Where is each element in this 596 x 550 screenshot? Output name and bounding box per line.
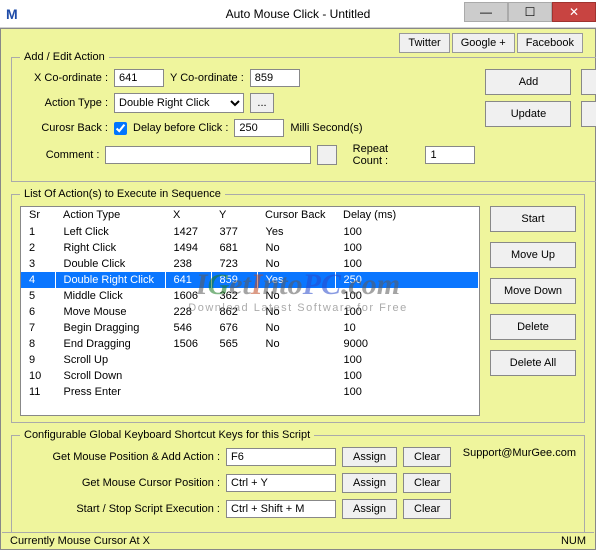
google-plus-button[interactable]: Google +	[452, 33, 515, 53]
maximize-button[interactable]: ☐	[508, 2, 552, 22]
col-delay[interactable]: Delay (ms)	[335, 207, 479, 224]
clear-button[interactable]: Clear	[403, 499, 451, 519]
action-type-more-button[interactable]: ...	[250, 93, 274, 113]
assign-button[interactable]: Assign	[342, 473, 397, 493]
table-row[interactable]: 8End Dragging1506565No9000	[21, 336, 479, 352]
shortcut-label: Get Mouse Cursor Position :	[20, 477, 220, 489]
delete-all-button[interactable]: Delete All	[490, 350, 576, 376]
facebook-button[interactable]: Facebook	[517, 33, 583, 53]
ycoord-label: Y Co-ordinate :	[170, 72, 244, 84]
add-edit-legend: Add / Edit Action	[20, 51, 109, 63]
comment-picker-button[interactable]	[317, 145, 337, 165]
titlebar: M Auto Mouse Click - Untitled — ☐ ✕	[0, 0, 596, 28]
app-icon: M	[6, 6, 22, 22]
add-button[interactable]: Add	[485, 69, 571, 95]
cursor-back-label: Curosr Back :	[20, 122, 108, 134]
shortcut-input[interactable]	[226, 500, 336, 518]
move-up-button[interactable]: Move Up	[490, 242, 576, 268]
assign-button[interactable]: Assign	[342, 499, 397, 519]
col-x[interactable]: X	[165, 207, 211, 224]
twitter-button[interactable]: Twitter	[399, 33, 449, 53]
shortcut-label: Get Mouse Position & Add Action :	[20, 451, 220, 463]
comment-input[interactable]	[105, 146, 310, 164]
minimize-button[interactable]: —	[464, 2, 508, 22]
action-type-label: Action Type :	[20, 97, 108, 109]
xcoord-label: X Co-ordinate :	[20, 72, 108, 84]
assign-button[interactable]: Assign	[342, 447, 397, 467]
shortcut-input[interactable]	[226, 474, 336, 492]
clear-button[interactable]: Clear	[403, 447, 451, 467]
action-list-legend: List Of Action(s) to Execute in Sequence	[20, 188, 225, 200]
cursor-back-checkbox[interactable]	[114, 122, 127, 135]
col-action-type[interactable]: Action Type	[55, 207, 165, 224]
shortcuts-legend: Configurable Global Keyboard Shortcut Ke…	[20, 429, 314, 441]
load-button[interactable]: Load	[581, 69, 596, 95]
col-y[interactable]: Y	[211, 207, 257, 224]
col-cursor-back[interactable]: Cursor Back	[257, 207, 335, 224]
shortcuts-fieldset: Configurable Global Keyboard Shortcut Ke…	[11, 429, 585, 534]
comment-label: Comment :	[20, 149, 99, 161]
xcoord-input[interactable]	[114, 69, 164, 87]
start-button[interactable]: Start	[490, 206, 576, 232]
cursor-position-status: Currently Mouse Cursor At X	[10, 535, 150, 547]
delay-input[interactable]	[234, 119, 284, 137]
update-button[interactable]: Update	[485, 101, 571, 127]
table-row[interactable]: 9Scroll Up100	[21, 352, 479, 368]
shortcut-input[interactable]	[226, 448, 336, 466]
table-row[interactable]: 4Double Right Click641859Yes250	[21, 272, 479, 288]
col-sr[interactable]: Sr	[21, 207, 55, 224]
status-bar: Currently Mouse Cursor At X NUM	[2, 532, 594, 548]
clear-button[interactable]: Clear	[403, 473, 451, 493]
numlock-indicator: NUM	[561, 535, 586, 547]
table-row[interactable]: 3Double Click238723No100	[21, 256, 479, 272]
action-table[interactable]: Sr Action Type X Y Cursor Back Delay (ms…	[20, 206, 480, 416]
move-down-button[interactable]: Move Down	[490, 278, 576, 304]
delay-units: Milli Second(s)	[290, 122, 362, 134]
action-type-select[interactable]: Double Right Click	[114, 93, 244, 113]
repeat-count-label: Repeat Count :	[353, 143, 420, 167]
table-row[interactable]: 11Press Enter100	[21, 384, 479, 400]
table-row[interactable]: 5Middle Click1606362No100	[21, 288, 479, 304]
save-button[interactable]: Save	[581, 101, 596, 127]
support-email: Support@MurGee.com	[463, 447, 576, 459]
close-button[interactable]: ✕	[552, 2, 596, 22]
table-row[interactable]: 2Right Click1494681No100	[21, 240, 479, 256]
delete-button[interactable]: Delete	[490, 314, 576, 340]
action-list-fieldset: List Of Action(s) to Execute in Sequence…	[11, 188, 585, 423]
table-row[interactable]: 6Move Mouse228862No100	[21, 304, 479, 320]
window-title: Auto Mouse Click - Untitled	[226, 7, 371, 21]
shortcut-label: Start / Stop Script Execution :	[20, 503, 220, 515]
ycoord-input[interactable]	[250, 69, 300, 87]
table-row[interactable]: 10Scroll Down100	[21, 368, 479, 384]
table-row[interactable]: 1Left Click1427377Yes100	[21, 224, 479, 241]
repeat-count-input[interactable]	[425, 146, 475, 164]
table-row[interactable]: 7Begin Dragging546676No10	[21, 320, 479, 336]
add-edit-fieldset: Add / Edit Action X Co-ordinate : Y Co-o…	[11, 51, 596, 182]
delay-label: Delay before Click :	[133, 122, 228, 134]
